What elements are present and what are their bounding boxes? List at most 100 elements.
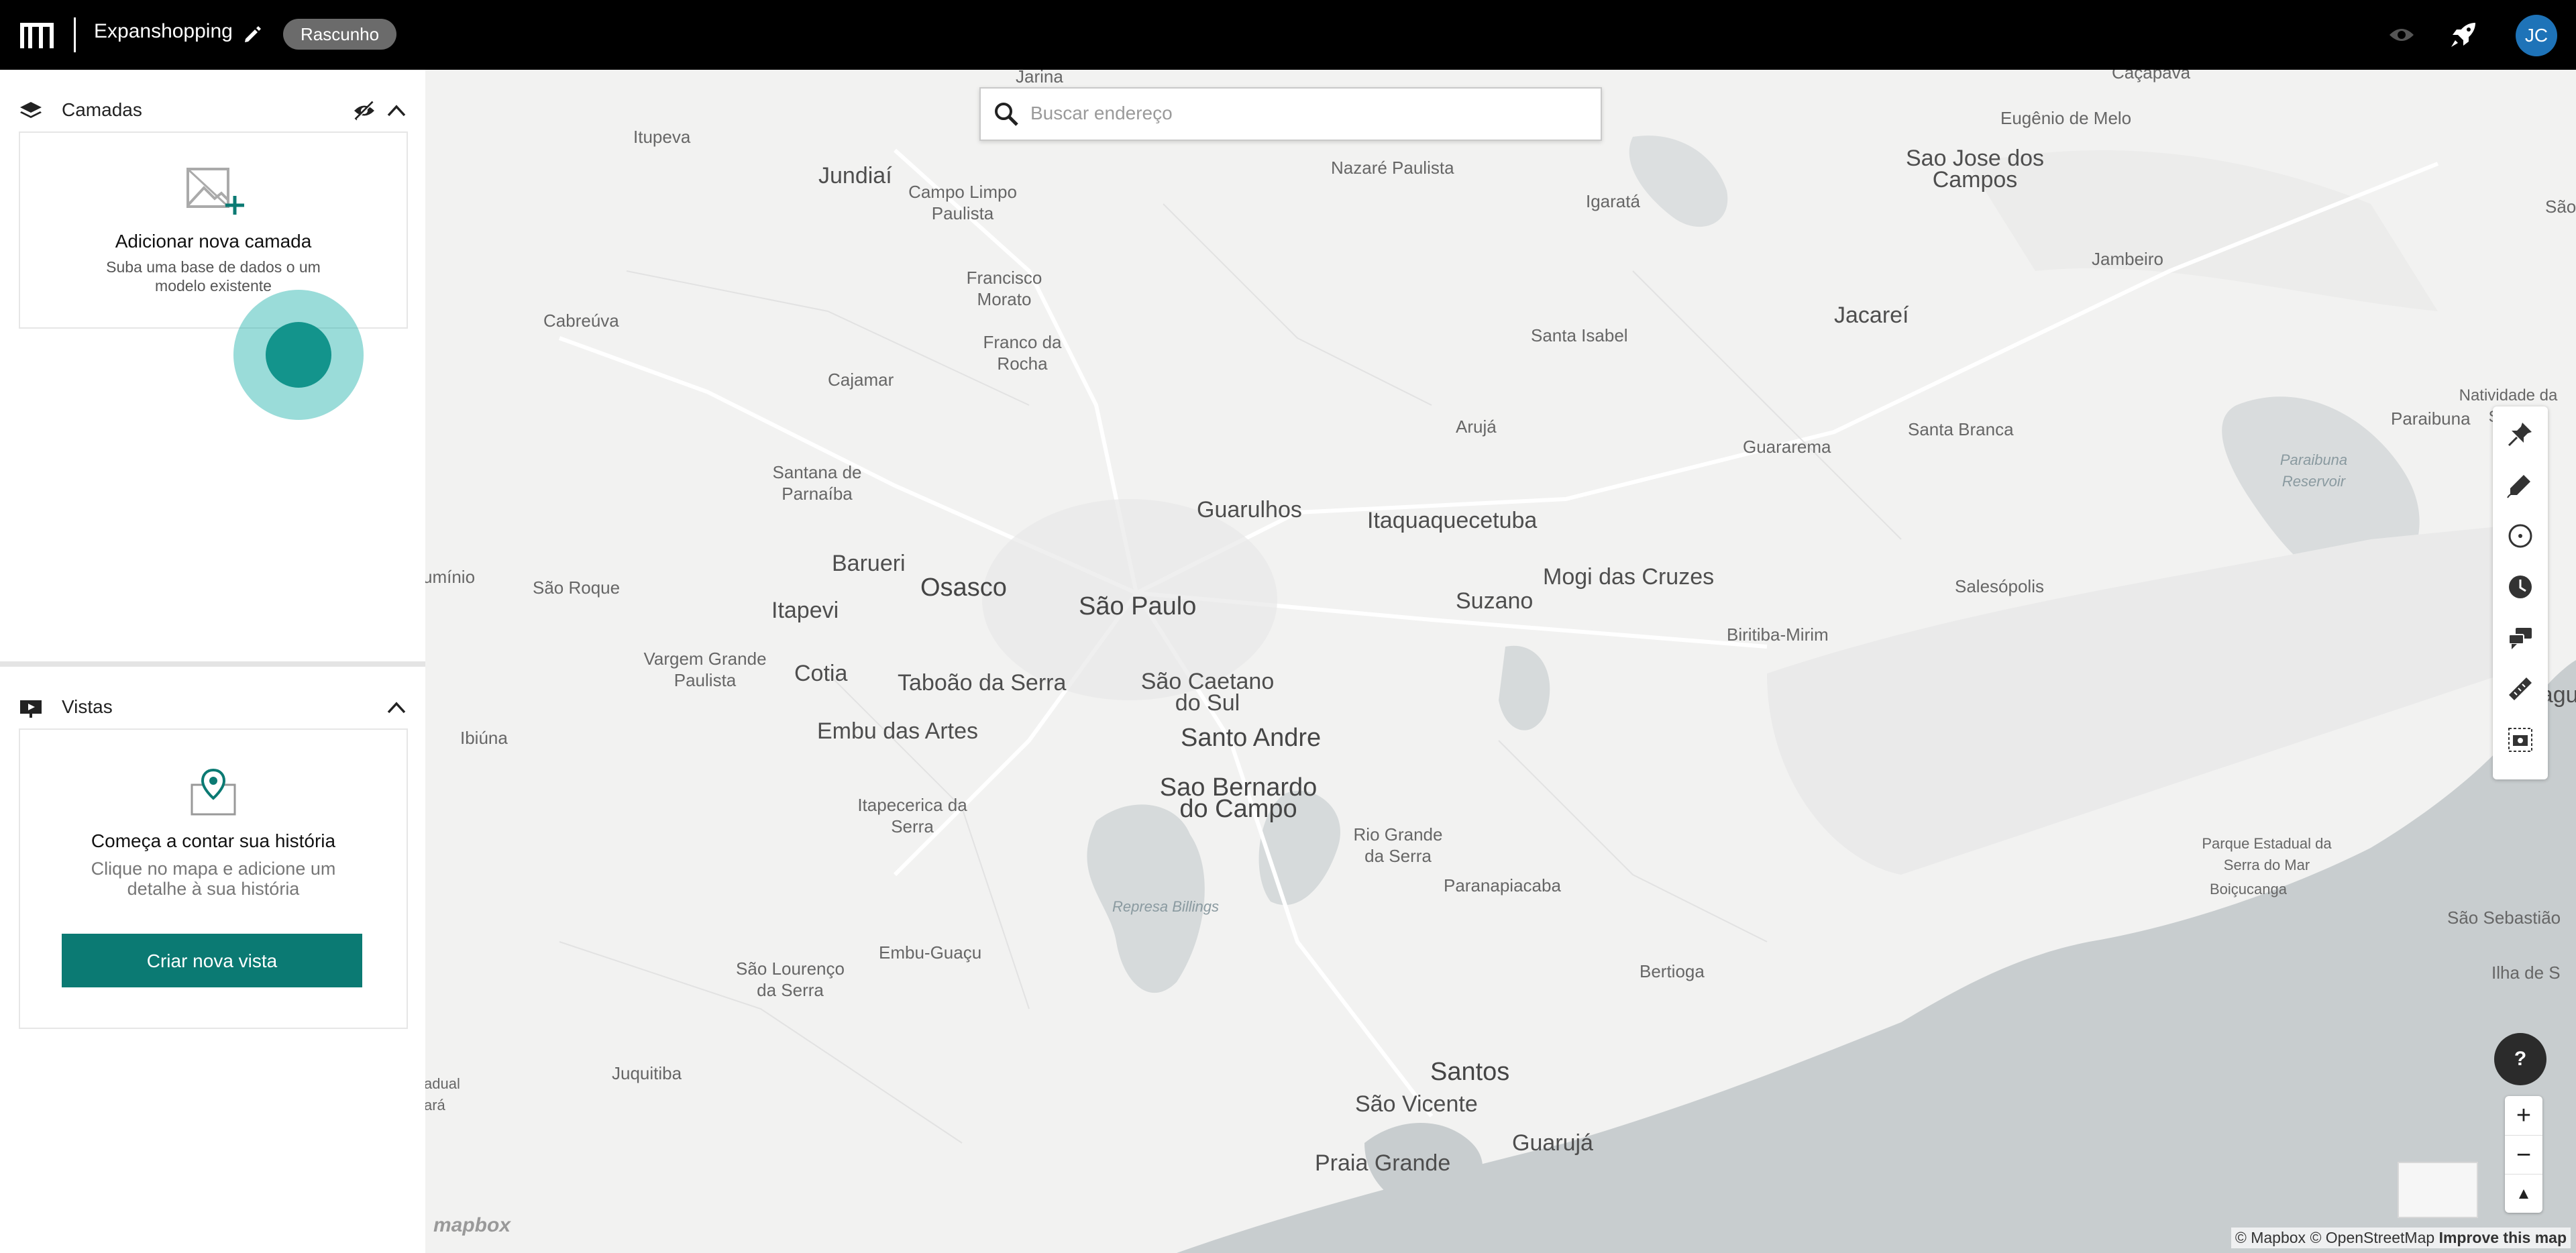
logo-separator bbox=[74, 17, 76, 52]
draw-line-icon[interactable] bbox=[2506, 471, 2534, 499]
place-label: Cabreúva bbox=[543, 311, 619, 331]
presentation-icon bbox=[20, 700, 42, 718]
add-layer-desc-part3: modelo existente bbox=[155, 277, 272, 294]
screenshot-icon[interactable] bbox=[2506, 726, 2534, 754]
place-label: Guararema bbox=[1743, 437, 1831, 457]
layers-icon bbox=[20, 102, 42, 118]
preview-eye-icon[interactable] bbox=[2388, 23, 2415, 47]
map-canvas[interactable]: Jarina Caçapava Eugênio de Melo Itupeva … bbox=[425, 70, 2576, 1253]
place-label: Barueri bbox=[832, 551, 906, 576]
compass-button[interactable]: ▲ bbox=[2505, 1174, 2542, 1213]
place-label: Parque Estadual da Serra do Mar bbox=[2202, 835, 2332, 873]
place-label: Mogi das Cruzes bbox=[1543, 564, 1715, 590]
add-layer-desc-part1: Suba uma base de dados o bbox=[106, 258, 295, 276]
place-label: Embu das Artes bbox=[817, 718, 979, 744]
map-tools-toolbar bbox=[2493, 406, 2548, 779]
place-label: Itaquaquecetuba bbox=[1367, 508, 1538, 533]
place-label: Santa Isabel bbox=[1531, 325, 1628, 345]
zoom-out-button[interactable]: − bbox=[2505, 1135, 2542, 1175]
comments-icon[interactable] bbox=[2506, 624, 2534, 652]
place-label: Guarujá bbox=[1512, 1130, 1593, 1156]
search-input[interactable] bbox=[1029, 97, 1582, 130]
place-label: São Sebastião bbox=[2447, 908, 2561, 928]
help-button[interactable]: ? bbox=[2494, 1033, 2546, 1085]
place-label: Arujá bbox=[1456, 417, 1497, 437]
place-label: São Caetano do Sul bbox=[1140, 669, 1275, 716]
mapbox-logo[interactable]: mapbox bbox=[433, 1214, 511, 1237]
place-label: adual ará bbox=[425, 1075, 460, 1113]
place-label: Taboão da Serra bbox=[898, 670, 1067, 696]
place-label: Francisco Morato bbox=[966, 268, 1042, 309]
place-label: Praia Grande bbox=[1315, 1150, 1451, 1176]
sidebar: Camadas Adicionar nova camada Suba uma b… bbox=[0, 70, 427, 1253]
place-label: Ilha de S bbox=[2491, 963, 2561, 983]
search-icon bbox=[995, 103, 1018, 126]
place-label: Represa Billings bbox=[1112, 898, 1219, 915]
place-label: São Paulo bbox=[1079, 592, 1197, 620]
place-label: Sao Jose dos Campos bbox=[1905, 146, 2045, 193]
place-label: Paranapiacaba bbox=[1444, 875, 1561, 895]
app-logo-icon[interactable] bbox=[19, 20, 55, 50]
zoom-controls: + − ▲ bbox=[2505, 1096, 2542, 1213]
add-layer-description: Suba uma base de dados o um modelo exist… bbox=[60, 258, 366, 295]
place-label: Itapecerica da Serra bbox=[857, 795, 967, 836]
place-label: Suzano bbox=[1456, 588, 1534, 614]
panel-divider[interactable] bbox=[0, 661, 425, 667]
place-label: São Vicente bbox=[1355, 1091, 1478, 1117]
add-layer-desc-part2: um bbox=[299, 258, 321, 276]
layers-title: Camadas bbox=[62, 99, 142, 120]
chevron-up-icon[interactable] bbox=[386, 102, 407, 118]
place-label: Santo Andre bbox=[1181, 724, 1322, 752]
place-label: São bbox=[2545, 197, 2576, 217]
project-name[interactable]: Expanshopping bbox=[94, 20, 233, 43]
add-layer-title: Adicionar nova camada bbox=[115, 231, 312, 252]
publish-rocket-icon[interactable] bbox=[2449, 20, 2478, 50]
touch-indicator-core bbox=[266, 322, 331, 388]
place-label: Jarina bbox=[1016, 70, 1063, 87]
attribution-osm-link[interactable]: © OpenStreetMap bbox=[2310, 1229, 2434, 1246]
map-pin-icon bbox=[191, 768, 236, 816]
layers-panel-header[interactable]: Camadas bbox=[0, 90, 425, 130]
place-label: Juquitiba bbox=[612, 1063, 682, 1083]
place-label: São Lourenço da Serra bbox=[736, 959, 845, 1000]
views-empty-title: Começa a contar sua história bbox=[91, 830, 336, 851]
create-view-button[interactable]: Criar nova vista bbox=[62, 934, 362, 987]
radius-icon[interactable] bbox=[2506, 522, 2534, 550]
place-label: Embu-Guaçu bbox=[879, 942, 982, 963]
place-label: umínio bbox=[425, 567, 476, 587]
place-label: Jambeiro bbox=[2092, 249, 2163, 269]
place-label: Paraibuna Reservoir bbox=[2279, 451, 2348, 490]
chevron-up-icon[interactable] bbox=[386, 699, 407, 715]
place-label: Nazaré Paulista bbox=[1331, 158, 1454, 178]
pin-icon[interactable] bbox=[2506, 420, 2534, 448]
place-label: Ibiúna bbox=[460, 728, 508, 748]
place-label: Jundiaí bbox=[818, 163, 892, 188]
place-label: Santa Branca bbox=[1908, 419, 2014, 439]
place-label: Itapevi bbox=[771, 598, 839, 623]
add-image-icon bbox=[186, 168, 244, 215]
place-label: Paraibuna bbox=[2391, 408, 2471, 429]
address-search[interactable] bbox=[979, 87, 1602, 141]
map-attribution: © Mapbox © OpenStreetMap Improve this ma… bbox=[2231, 1228, 2571, 1248]
place-label: Guarulhos bbox=[1197, 497, 1302, 523]
status-badge[interactable]: Rascunho bbox=[283, 19, 397, 50]
attribution-mapbox-link[interactable]: © Mapbox bbox=[2235, 1229, 2306, 1246]
edit-pencil-icon[interactable] bbox=[243, 24, 263, 44]
views-panel-header[interactable]: Vistas bbox=[0, 687, 425, 727]
clock-icon[interactable] bbox=[2506, 573, 2534, 601]
place-label: Osasco bbox=[920, 574, 1007, 602]
zoom-in-button[interactable]: + bbox=[2505, 1096, 2542, 1135]
hide-layers-icon[interactable] bbox=[353, 101, 376, 121]
ruler-icon[interactable] bbox=[2506, 675, 2534, 703]
minimap[interactable] bbox=[2398, 1162, 2478, 1218]
user-avatar[interactable]: JC bbox=[2516, 15, 2557, 56]
add-layer-card[interactable]: Adicionar nova camada Suba uma base de d… bbox=[19, 131, 408, 329]
place-label: Vargem Grande Paulista bbox=[643, 649, 767, 690]
place-label: Caçapava bbox=[2112, 70, 2191, 83]
improve-map-link[interactable]: Improve this map bbox=[2439, 1229, 2567, 1246]
views-empty-card: Começa a contar sua história Clique no m… bbox=[19, 728, 408, 1029]
place-label: Santana de Parnaíba bbox=[772, 462, 862, 504]
place-label: Igaratá bbox=[1586, 191, 1640, 211]
place-label: Cajamar bbox=[828, 370, 894, 390]
place-label: Franco da Rocha bbox=[983, 332, 1062, 374]
